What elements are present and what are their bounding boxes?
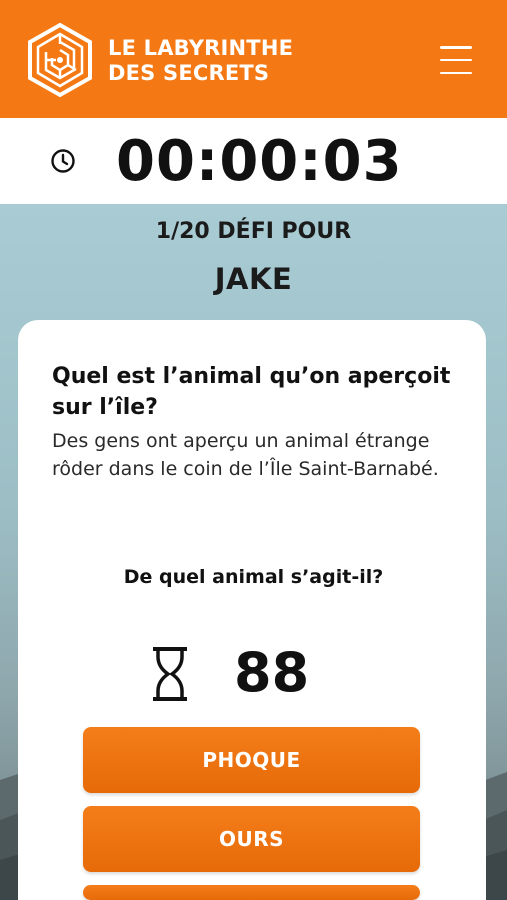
- clock-icon: [51, 149, 75, 173]
- elapsed-timer: 00:00:03: [116, 129, 403, 194]
- answer-countdown: 88: [234, 641, 310, 704]
- question-description: Des gens ont aperçu un animal étrange rô…: [52, 430, 439, 480]
- logo-line-1: LE LABYRINTHE: [108, 36, 294, 60]
- answer-button-ours[interactable]: OURS: [83, 806, 420, 872]
- logo-text: LE LABYRINTHE DES SECRETS: [108, 36, 293, 86]
- app-header: LE LABYRINTHE DES SECRETS: [0, 0, 507, 118]
- labyrinth-logo-icon[interactable]: [26, 22, 94, 98]
- menu-icon-bar: [440, 71, 472, 74]
- question-title: Quel est l’animal qu’on aperçoit sur l’î…: [52, 364, 451, 420]
- menu-icon-bar: [440, 46, 472, 49]
- hourglass-icon: [153, 647, 187, 701]
- answer-button-phoque[interactable]: PHOQUE: [83, 727, 420, 793]
- answer-button-partial[interactable]: [83, 885, 420, 900]
- challenge-counter: 1/20 DÉFI POUR: [155, 219, 352, 244]
- menu-icon-bar: [440, 58, 472, 62]
- logo-line-2: DES SECRETS: [108, 61, 270, 85]
- question-prompt: De quel animal s’agit-il?: [123, 566, 384, 588]
- hamburger-menu-button[interactable]: [436, 44, 476, 76]
- player-name: JAKE: [214, 262, 293, 296]
